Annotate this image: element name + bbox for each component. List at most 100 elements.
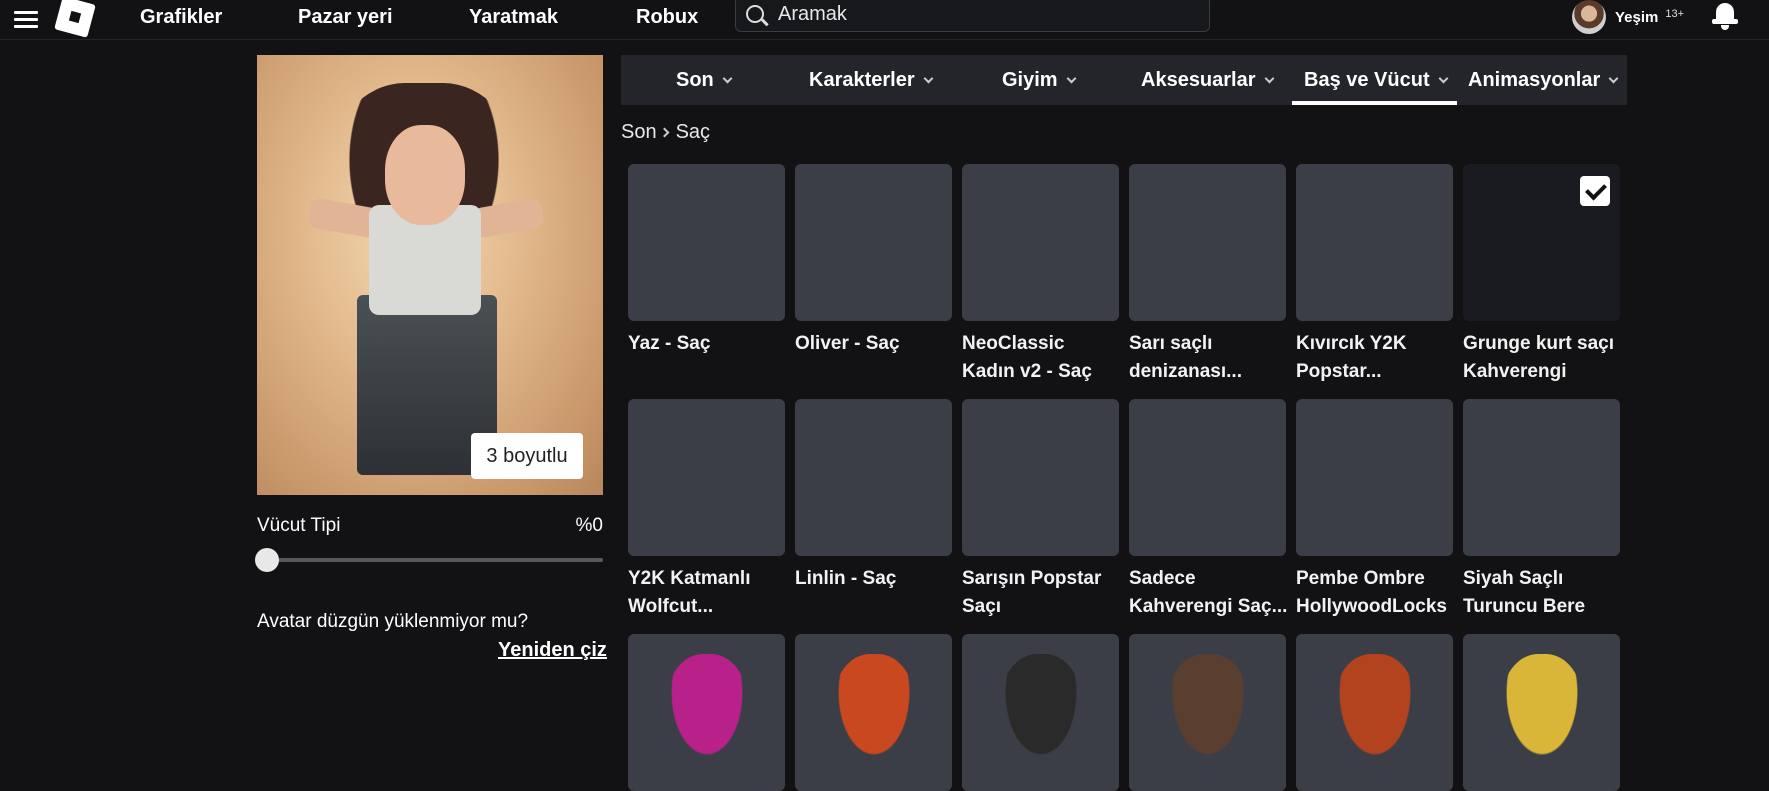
item-thumbnail[interactable] — [962, 399, 1119, 556]
tab-label: Son — [676, 68, 714, 91]
hair-image — [1501, 184, 1583, 294]
item-card[interactable] — [628, 634, 785, 791]
username: Yeşim — [1615, 8, 1659, 26]
hair-image — [833, 654, 915, 764]
item-name-line: Kahverengi — [1463, 361, 1567, 382]
item-thumbnail[interactable] — [1463, 634, 1620, 791]
tab-characters[interactable]: Karakterler — [809, 55, 934, 105]
item-card[interactable] — [962, 634, 1119, 791]
item-name: Pembe Ombre HollywoodLocks — [1296, 565, 1456, 621]
hair-image — [666, 654, 748, 764]
item-name-line: Kadın v2 - Saç — [962, 361, 1092, 382]
hair-image — [1167, 419, 1249, 529]
slider-track[interactable] — [257, 558, 603, 562]
hair-image — [1167, 184, 1249, 294]
item-thumbnail[interactable] — [628, 634, 785, 791]
item-thumbnail[interactable] — [1129, 634, 1286, 791]
item-thumbnail[interactable] — [1296, 164, 1453, 321]
toggle-3d-button[interactable]: 3 boyutlu — [471, 433, 583, 479]
item-name-line: Grunge kurt saçı — [1463, 333, 1614, 354]
item-name: Kıvırcık Y2K Popstar... — [1296, 330, 1456, 386]
item-name: Yaz - Saç — [628, 330, 788, 358]
hair-image — [1000, 419, 1082, 529]
tab-animations[interactable]: Animasyonlar — [1468, 55, 1619, 105]
item-name-line: Popstar... — [1296, 361, 1382, 382]
item-thumbnail[interactable] — [962, 164, 1119, 321]
notification-bell-icon[interactable] — [1712, 0, 1738, 30]
item-card[interactable]: Pembe Ombre HollywoodLocks — [1296, 399, 1453, 621]
chevron-down-icon — [1608, 73, 1619, 83]
item-card[interactable]: Grunge kurt saçı Kahverengi — [1463, 164, 1620, 386]
item-card[interactable]: NeoClassic Kadın v2 - Saç — [962, 164, 1119, 386]
nav-link-create[interactable]: Yaratmak — [469, 6, 558, 29]
tab-accessories[interactable]: Aksesuarlar — [1141, 55, 1274, 105]
item-name-line: Yaz - Saç — [628, 333, 711, 354]
hair-image — [666, 184, 748, 294]
hair-image — [1000, 184, 1082, 294]
item-card[interactable]: Siyah Saçlı Turuncu Bere — [1463, 399, 1620, 621]
item-thumbnail[interactable] — [1463, 164, 1620, 321]
item-thumbnail[interactable] — [628, 399, 785, 556]
avatar-preview — [257, 55, 603, 495]
item-card[interactable] — [795, 634, 952, 791]
user-profile[interactable]: Yeşim 13+ — [1572, 0, 1684, 34]
tab-label: Aksesuarlar — [1141, 68, 1256, 91]
item-card[interactable] — [1296, 634, 1453, 791]
item-name-line: Turuncu Bere — [1463, 596, 1586, 617]
item-thumbnail[interactable] — [795, 164, 952, 321]
item-thumbnail[interactable] — [962, 634, 1119, 791]
nav-link-charts[interactable]: Grafikler — [140, 6, 222, 29]
item-thumbnail[interactable] — [628, 164, 785, 321]
item-name: NeoClassic Kadın v2 - Saç — [962, 330, 1122, 386]
hair-image — [1501, 419, 1583, 529]
hair-image — [666, 419, 748, 529]
tab-recent[interactable]: Son — [676, 55, 733, 105]
item-name-line: Saçı — [962, 596, 1002, 617]
tab-clothing[interactable]: Giyim — [1002, 55, 1077, 105]
menu-icon[interactable] — [14, 7, 40, 31]
item-name: Sarışın Popstar Saçı — [962, 565, 1122, 621]
item-thumbnail[interactable] — [1296, 399, 1453, 556]
item-card[interactable]: Sarışın Popstar Saçı — [962, 399, 1119, 621]
hair-image — [1334, 654, 1416, 764]
redraw-question: Avatar düzgün yüklenmiyor mu? — [257, 611, 529, 632]
tab-head-and-body[interactable]: Baş ve Vücut — [1292, 55, 1457, 105]
chevron-down-icon — [722, 73, 733, 83]
item-name-line: Wolfcut... — [628, 596, 714, 617]
redraw-link[interactable]: Yeniden çiz — [498, 639, 607, 662]
item-card[interactable] — [1129, 634, 1286, 791]
slider-thumb[interactable] — [255, 548, 279, 572]
body-type-label: Vücut Tipi — [257, 515, 341, 536]
item-thumbnail[interactable] — [795, 399, 952, 556]
body-type-slider[interactable] — [255, 548, 603, 572]
hair-image — [1000, 654, 1082, 764]
item-thumbnail[interactable] — [1129, 164, 1286, 321]
chevron-down-icon — [923, 73, 934, 83]
breadcrumb-recent[interactable]: Son — [621, 121, 657, 144]
checkmark-icon[interactable] — [1580, 176, 1610, 206]
item-card[interactable]: Yaz - Saç — [628, 164, 785, 358]
item-thumbnail[interactable] — [795, 634, 952, 791]
item-card[interactable]: Sadece Kahverengi Saç... — [1129, 399, 1287, 621]
item-card[interactable]: Linlin - Saç — [795, 399, 952, 593]
avatar — [1572, 0, 1606, 34]
item-name-line: Siyah Saçlı — [1463, 568, 1564, 589]
top-navigation: Grafikler Pazar yeri Yaratmak Robux Yeşi… — [0, 0, 1769, 40]
search-input[interactable] — [778, 0, 1198, 28]
item-card[interactable]: Sarı saçlı denizanası... — [1129, 164, 1286, 386]
item-card[interactable]: Oliver - Saç — [795, 164, 952, 358]
hair-image — [1501, 654, 1583, 764]
item-name-line: NeoClassic — [962, 333, 1065, 354]
roblox-logo-icon[interactable] — [54, 0, 96, 38]
item-thumbnail[interactable] — [1463, 399, 1620, 556]
item-thumbnail[interactable] — [1129, 399, 1286, 556]
nav-link-robux[interactable]: Robux — [636, 6, 698, 29]
item-thumbnail[interactable] — [1296, 634, 1453, 791]
item-card[interactable] — [1463, 634, 1620, 791]
item-card[interactable]: Y2K Katmanlı Wolfcut... — [628, 399, 785, 621]
item-name-line: Linlin - Saç — [795, 568, 897, 589]
nav-link-marketplace[interactable]: Pazar yeri — [298, 6, 393, 29]
item-card[interactable]: Kıvırcık Y2K Popstar... — [1296, 164, 1453, 386]
chevron-right-icon — [659, 127, 670, 138]
item-name: Oliver - Saç — [795, 330, 955, 358]
